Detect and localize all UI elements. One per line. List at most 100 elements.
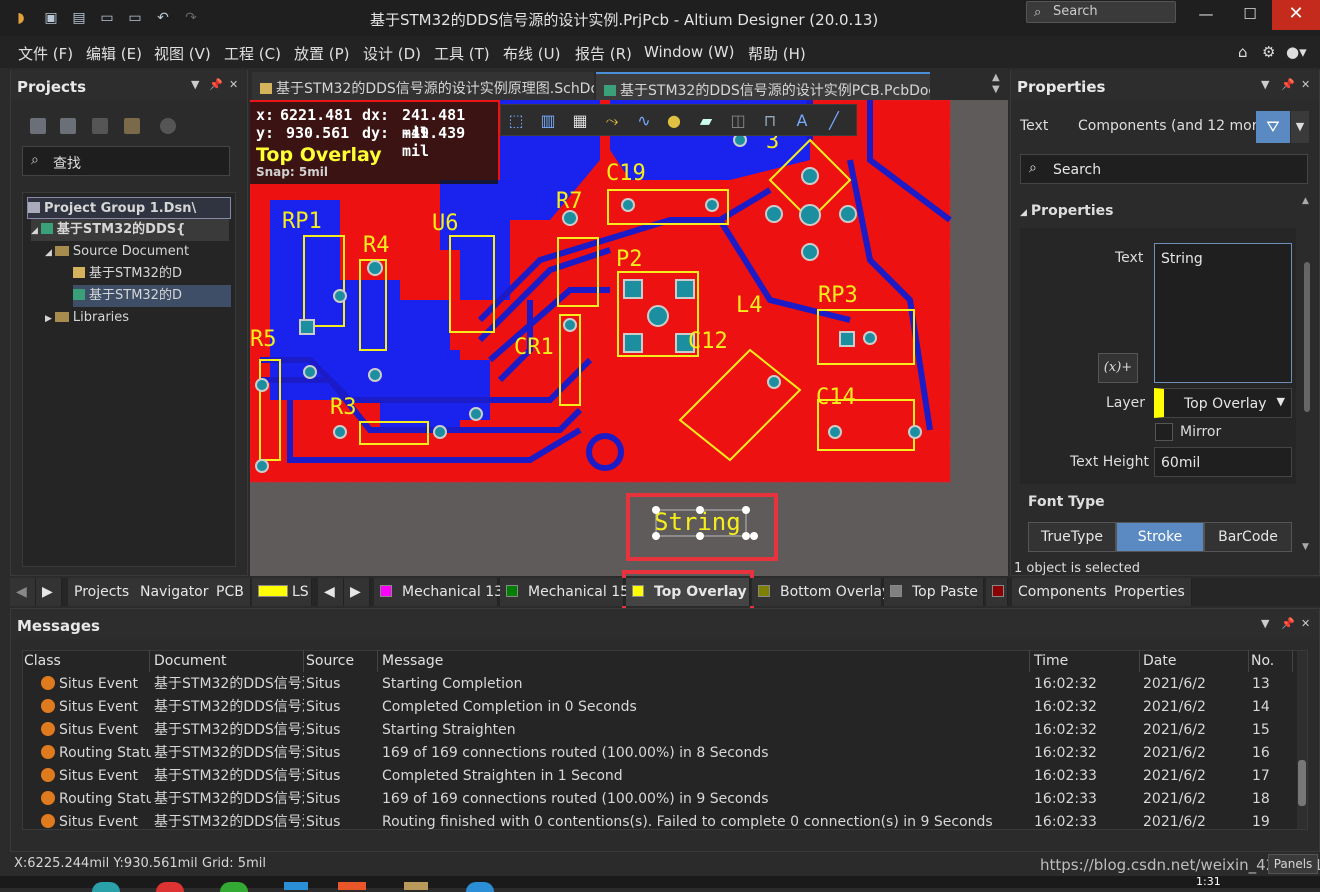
- column-header-source[interactable]: Source: [304, 650, 378, 672]
- properties-scrollbar[interactable]: [1304, 262, 1310, 412]
- column-header-document[interactable]: Document: [152, 650, 304, 672]
- tab-schdoc[interactable]: 基于STM32的DDS信号源的设计实例原理图.SchDoc: [252, 72, 594, 100]
- font-type-stroke[interactable]: Stroke: [1116, 522, 1204, 552]
- taskbar-app-icon[interactable]: [92, 882, 120, 892]
- pin-icon[interactable]: 📌: [1281, 78, 1295, 91]
- tree-item-pcb-project[interactable]: ◢ 基于STM32的DDS{: [31, 219, 229, 241]
- settings-icon[interactable]: [160, 118, 176, 134]
- text-icon[interactable]: A: [793, 112, 811, 130]
- panel-close-icon[interactable]: ✕: [1301, 78, 1310, 91]
- filter-dropdown-icon[interactable]: ▼: [1291, 111, 1309, 143]
- tab-pcbdoc[interactable]: 基于STM32的DDS信号源的设计实例PCB.PcbDoc *: [596, 72, 930, 100]
- close-button[interactable]: ✕: [1272, 0, 1320, 30]
- scroll-left-icon[interactable]: ◀: [10, 578, 36, 606]
- menu-edit[interactable]: 编辑 (E): [86, 43, 142, 64]
- layer-scroll-right-icon[interactable]: ▶: [344, 578, 370, 606]
- route-icon[interactable]: ⤳: [603, 112, 621, 130]
- properties-section-header[interactable]: ◢ Properties: [1020, 203, 1113, 219]
- menu-tools[interactable]: 工具 (T): [434, 43, 490, 64]
- menu-project[interactable]: 工程 (C): [224, 43, 281, 64]
- messages-scrollbar-thumb[interactable]: [1298, 760, 1306, 806]
- message-row[interactable]: Situs Event 基于STM32的DDS信号源 Situs Complet…: [23, 765, 1293, 788]
- dimension-icon[interactable]: ⊓: [761, 112, 779, 130]
- tab-pcb[interactable]: PCB: [210, 578, 251, 606]
- text-value-input[interactable]: String: [1154, 243, 1292, 383]
- layer-tab-mechanical-13[interactable]: Mechanical 13: [374, 578, 503, 606]
- panel-menu-icon[interactable]: ▼: [1261, 617, 1269, 630]
- taskbar-app-icon[interactable]: [156, 882, 184, 892]
- text-height-input[interactable]: 60mil: [1154, 447, 1292, 477]
- line-icon[interactable]: ╱: [825, 112, 843, 130]
- layer-select[interactable]: Top Overlay ▼: [1154, 388, 1292, 418]
- open-project-icon[interactable]: ▭: [126, 9, 144, 27]
- keepout-icon[interactable]: ◫: [729, 112, 747, 130]
- redo-icon[interactable]: ↷: [182, 9, 200, 27]
- panel-menu-icon[interactable]: ▼: [191, 78, 199, 91]
- message-row[interactable]: Situs Event 基于STM32的DDS信号源 Situs Startin…: [23, 719, 1293, 742]
- message-row[interactable]: Routing Status 基于STM32的DDS信号源 Situs 169 …: [23, 742, 1293, 765]
- maximize-button[interactable]: ☐: [1240, 5, 1260, 25]
- compile-icon[interactable]: [92, 118, 108, 134]
- layer-tab-mechanical-15[interactable]: Mechanical 15: [500, 578, 629, 606]
- message-row[interactable]: Situs Event 基于STM32的DDS信号源 Situs Startin…: [23, 673, 1293, 696]
- gear-icon[interactable]: ⚙: [1262, 43, 1275, 61]
- save-all-icon[interactable]: ▤: [70, 9, 88, 27]
- pin-icon[interactable]: 📌: [209, 78, 223, 91]
- menu-reports[interactable]: 报告 (R): [575, 43, 632, 64]
- tab-navigator[interactable]: Navigator: [134, 578, 216, 606]
- user-icon[interactable]: ●▾: [1286, 43, 1307, 61]
- message-row[interactable]: Situs Event 基于STM32的DDS信号源 Situs Complet…: [23, 696, 1293, 719]
- scroll-right-icon[interactable]: ▶: [36, 578, 62, 606]
- menu-design[interactable]: 设计 (D): [363, 43, 421, 64]
- align-icon[interactable]: ▥: [539, 112, 557, 130]
- tree-item-source-documents[interactable]: ◢ Source Document: [45, 241, 225, 263]
- taskbar-app-icon[interactable]: [284, 882, 308, 890]
- taskbar-app-icon[interactable]: [466, 882, 494, 892]
- layer-set-tab[interactable]: LS: [252, 578, 312, 606]
- menu-view[interactable]: 视图 (V): [154, 43, 211, 64]
- save-icon[interactable]: [30, 118, 46, 134]
- tab-projects[interactable]: Projects: [68, 578, 137, 606]
- column-header-time[interactable]: Time: [1032, 650, 1140, 672]
- tree-item-schdoc[interactable]: 基于STM32的D: [73, 263, 205, 285]
- filter-icon[interactable]: ⛛: [1256, 111, 1290, 143]
- column-header-date[interactable]: Date: [1141, 650, 1249, 672]
- menu-file[interactable]: 文件 (F): [18, 43, 73, 64]
- expression-button[interactable]: (x)+: [1098, 353, 1138, 383]
- taskbar-app-icon[interactable]: [220, 882, 248, 892]
- font-type-barcode[interactable]: BarCode: [1204, 522, 1292, 552]
- column-header-message[interactable]: Message: [380, 650, 1030, 672]
- open-folder-icon[interactable]: ▭: [98, 9, 116, 27]
- component-icon[interactable]: ▦: [571, 112, 589, 130]
- save-all-icon[interactable]: [60, 118, 76, 134]
- message-row[interactable]: Situs Event 基于STM32的DDS信号源 Situs Routing…: [23, 811, 1293, 834]
- via-icon[interactable]: ●: [665, 112, 683, 130]
- panel-close-icon[interactable]: ✕: [229, 78, 238, 91]
- properties-search-input[interactable]: ⌕ Search: [1020, 154, 1308, 184]
- home-icon[interactable]: ⌂: [1238, 43, 1248, 61]
- panel-menu-icon[interactable]: ▼: [1261, 78, 1269, 91]
- tab-components[interactable]: Components: [1012, 578, 1114, 606]
- menu-help[interactable]: 帮助 (H): [748, 43, 806, 64]
- tree-item-libraries[interactable]: ▶ Libraries: [45, 307, 205, 329]
- menu-place[interactable]: 放置 (P): [294, 43, 350, 64]
- panels-button[interactable]: Panels: [1268, 854, 1318, 874]
- menu-route[interactable]: 布线 (U): [503, 43, 560, 64]
- minimize-button[interactable]: —: [1196, 5, 1216, 25]
- tree-item-pcbdoc[interactable]: 基于STM32的D: [73, 285, 231, 307]
- scroll-up-icon[interactable]: ▲: [1302, 196, 1309, 206]
- length-tuning-icon[interactable]: ∿: [635, 112, 653, 130]
- pin-icon[interactable]: 📌: [1281, 617, 1295, 630]
- layer-tab-bottom-overlay[interactable]: Bottom Overlay: [752, 578, 890, 606]
- save-icon[interactable]: ▣: [42, 9, 60, 27]
- layer-tab-top-overlay[interactable]: Top Overlay: [626, 578, 750, 606]
- font-type-truetype[interactable]: TrueType: [1028, 522, 1116, 552]
- column-header-class[interactable]: Class: [22, 650, 150, 672]
- layer-scroll-left-icon[interactable]: ◀: [318, 578, 344, 606]
- projects-search-input[interactable]: ⌕ 查找: [22, 146, 230, 176]
- options-folder-icon[interactable]: [124, 118, 140, 134]
- fill-icon[interactable]: ▰: [697, 112, 715, 130]
- panel-close-icon[interactable]: ✕: [1301, 617, 1310, 630]
- tab-properties[interactable]: Properties: [1108, 578, 1192, 606]
- global-search[interactable]: ⌕ Search: [1026, 1, 1176, 23]
